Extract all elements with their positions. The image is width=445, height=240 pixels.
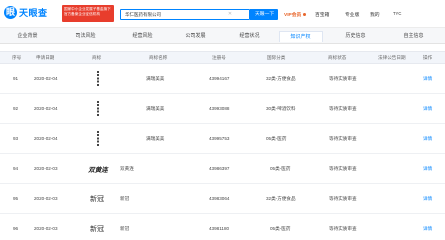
tianyancha-logo-icon: 眼 bbox=[4, 6, 17, 19]
nav-pro[interactable]: 专业版 bbox=[345, 11, 359, 18]
vertical-mark-icon bbox=[97, 70, 99, 87]
tab-ip[interactable]: 知识产权 bbox=[279, 31, 323, 42]
tab-history[interactable]: 历史信息 bbox=[334, 31, 378, 42]
search-input[interactable]: 华仁医药有限公司 bbox=[125, 10, 161, 19]
row-category: 05类-医药 bbox=[266, 136, 287, 141]
company-tabs: 企业背景 司法风险 经营风险 公司发展 经营状况 知识产权 历史信息 自主信息 bbox=[0, 28, 445, 44]
tab-business-risk[interactable]: 经营风险 bbox=[121, 31, 165, 42]
col-op: 操作 bbox=[423, 55, 433, 60]
logo-text: 天眼查 bbox=[19, 8, 48, 18]
search-box[interactable]: 华仁医药有限公司 ✕ bbox=[120, 9, 250, 20]
text-mark: 新冠 bbox=[90, 194, 104, 203]
tab-development[interactable]: 公司发展 bbox=[174, 31, 218, 42]
row-date: 2020-02-04 bbox=[34, 136, 58, 141]
row-date: 2020-02-04 bbox=[34, 106, 58, 111]
trademark-image[interactable]: 新冠 bbox=[88, 188, 106, 209]
table-row: 92 2020-02-04 满瑞美美 43993088 30类-啤酒饮料 等待实… bbox=[0, 94, 445, 124]
detail-link[interactable]: 详情 bbox=[423, 154, 432, 184]
detail-link[interactable]: 详情 bbox=[423, 214, 432, 240]
row-name: 满瑞美美 bbox=[146, 76, 165, 81]
row-index: 92 bbox=[13, 106, 19, 111]
vertical-mark-icon bbox=[97, 100, 99, 117]
vip-badge-icon bbox=[303, 13, 306, 16]
row-index: 94 bbox=[13, 166, 19, 171]
col-name: 商标名称 bbox=[149, 55, 168, 60]
row-status: 等待实质审查 bbox=[329, 196, 357, 201]
row-status: 等待实质审查 bbox=[329, 136, 357, 141]
row-name: 满瑞美美 bbox=[146, 106, 165, 111]
row-date: 2020-02-03 bbox=[34, 226, 58, 231]
row-category: 30类-啤酒饮料 bbox=[266, 106, 296, 111]
text-mark: 新冠 bbox=[90, 224, 104, 233]
table-row: 95 2020-02-03 新冠 新冠 43983064 32类-方便食品 等待… bbox=[0, 184, 445, 214]
site-logo[interactable]: 眼 天眼查 bbox=[4, 6, 48, 19]
trademark-image[interactable] bbox=[91, 98, 105, 119]
row-reg-no: 43981180 bbox=[209, 226, 230, 231]
row-status: 等待实质审查 bbox=[329, 76, 357, 81]
row-name: 双黄连 bbox=[120, 166, 134, 171]
row-category: 05类-医药 bbox=[270, 226, 291, 231]
nav-mine[interactable]: 我的 bbox=[370, 11, 380, 18]
promo-banner[interactable]: 国家中小企业发展子基金旗下 官方备案企业征信机构 bbox=[62, 5, 114, 22]
promo-line-2: 官方备案企业征信机构 bbox=[64, 11, 100, 16]
top-header: 眼 天眼查 国家中小企业发展子基金旗下 官方备案企业征信机构 华仁医药有限公司 … bbox=[0, 0, 445, 28]
row-name: 新冠 bbox=[120, 196, 130, 201]
detail-link[interactable]: 详情 bbox=[423, 124, 432, 154]
col-notice-date: 法律公告日期 bbox=[378, 55, 406, 60]
trademark-image[interactable]: 双黄连 bbox=[87, 158, 109, 179]
row-reg-no: 43995753 bbox=[209, 136, 230, 141]
row-index: 96 bbox=[13, 226, 19, 231]
col-reg-no: 注册号 bbox=[212, 55, 226, 60]
detail-link[interactable]: 详情 bbox=[423, 64, 432, 94]
col-date: 申请日期 bbox=[36, 55, 55, 60]
vertical-mark-icon bbox=[97, 130, 99, 147]
row-category: 05类-医药 bbox=[270, 166, 291, 171]
nav-toolbox[interactable]: 百宝箱 bbox=[315, 11, 329, 18]
trademark-image[interactable] bbox=[91, 128, 105, 149]
row-date: 2020-02-04 bbox=[34, 76, 58, 81]
row-reg-no: 43986397 bbox=[209, 166, 230, 171]
row-index: 91 bbox=[13, 76, 19, 81]
tab-background[interactable]: 企业背景 bbox=[6, 31, 50, 42]
tab-self-info[interactable]: 自主信息 bbox=[390, 31, 438, 42]
tab-operations[interactable]: 经营状况 bbox=[228, 31, 272, 42]
detail-link[interactable]: 详情 bbox=[423, 94, 432, 124]
table-header: 序号 申请日期 商标 商标名称 注册号 国际分类 商标状态 法律公告日期 操作 bbox=[0, 51, 445, 64]
tab-legal-risk[interactable]: 司法风险 bbox=[64, 31, 108, 42]
row-reg-no: 43983064 bbox=[209, 196, 230, 201]
col-index: 序号 bbox=[12, 55, 22, 60]
row-status: 等待实质审查 bbox=[329, 166, 357, 171]
row-status: 等待实质审查 bbox=[329, 106, 357, 111]
row-status: 等待实质审查 bbox=[329, 226, 357, 231]
col-status: 商标状态 bbox=[328, 55, 347, 60]
row-index: 95 bbox=[13, 196, 19, 201]
table-row: 96 2020-02-03 新冠 新冠 43981180 05类-医药 等待实质… bbox=[0, 214, 445, 240]
row-name: 满瑞美美 bbox=[146, 136, 165, 141]
col-category: 国际分类 bbox=[267, 55, 286, 60]
row-date: 2020-02-03 bbox=[34, 166, 58, 171]
row-category: 32类-方便食品 bbox=[266, 196, 296, 201]
search-button[interactable]: 天眼一下 bbox=[250, 9, 278, 20]
row-index: 93 bbox=[13, 136, 19, 141]
row-name: 新冠 bbox=[120, 226, 130, 231]
promo-line-1: 国家中小企业发展子基金旗下 bbox=[64, 6, 111, 11]
close-icon[interactable]: ✕ bbox=[226, 10, 234, 19]
row-date: 2020-02-03 bbox=[34, 196, 58, 201]
nav-vip[interactable]: VIP会员 bbox=[284, 11, 301, 18]
col-mark: 商标 bbox=[92, 55, 102, 60]
row-reg-no: 43993088 bbox=[209, 106, 230, 111]
table-row: 94 2020-02-03 双黄连 双黄连 43986397 05类-医药 等待… bbox=[0, 154, 445, 184]
detail-link[interactable]: 详情 bbox=[423, 184, 432, 214]
calligraphy-mark: 双黄连 bbox=[88, 165, 108, 174]
row-category: 32类-方便食品 bbox=[266, 76, 296, 81]
row-reg-no: 43994167 bbox=[209, 76, 230, 81]
table-row: 93 2020-02-04 满瑞美美 43995753 05类-医药 等待实质审… bbox=[0, 124, 445, 154]
trademark-image[interactable]: 新冠 bbox=[88, 218, 106, 239]
nav-user[interactable]: TYC bbox=[393, 11, 401, 16]
table-row: 91 2020-02-04 满瑞美美 43994167 32类-方便食品 等待实… bbox=[0, 64, 445, 94]
trademark-image[interactable] bbox=[91, 68, 105, 89]
